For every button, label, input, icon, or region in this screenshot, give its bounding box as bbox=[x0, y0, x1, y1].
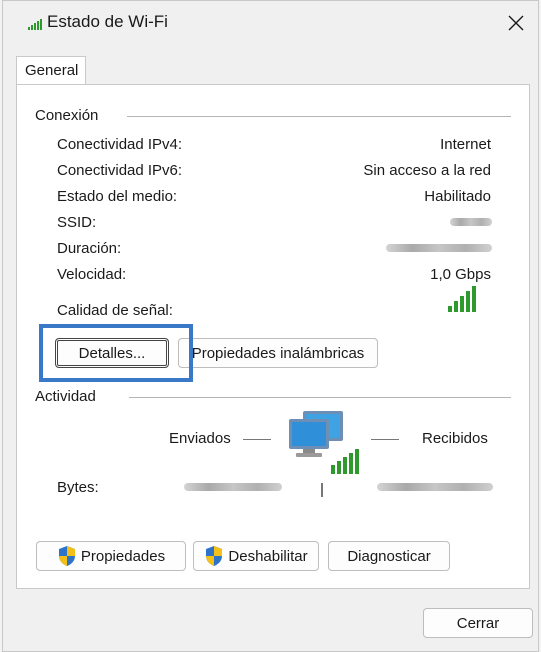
received-label: Recibidos bbox=[422, 430, 488, 447]
ipv4-label: Conectividad IPv4: bbox=[57, 136, 183, 153]
wifi-status-dialog: Estado de Wi-Fi General Conexión Conecti… bbox=[2, 0, 539, 652]
network-computers-icon bbox=[289, 411, 359, 474]
media-state-label: Estado del medio: bbox=[57, 188, 178, 205]
ipv6-label: Conectividad IPv6: bbox=[57, 162, 183, 179]
ipv4-value: Internet bbox=[440, 136, 491, 153]
speed-value: 1,0 Gbps bbox=[430, 266, 491, 283]
tab-general[interactable]: General bbox=[16, 56, 86, 85]
properties-button-label: Propiedades bbox=[80, 547, 166, 565]
bytes-sent-redacted bbox=[184, 483, 282, 491]
ipv6-value: Sin acceso a la red bbox=[363, 162, 491, 179]
sent-label: Enviados bbox=[169, 430, 231, 447]
wifi-signal-icon bbox=[28, 19, 42, 30]
received-line bbox=[371, 439, 399, 440]
signal-strength-icon bbox=[448, 286, 476, 312]
ssid-label: SSID: bbox=[57, 214, 97, 231]
duration-value-redacted bbox=[386, 244, 492, 252]
duration-label: Duración: bbox=[57, 240, 122, 257]
details-highlight-box bbox=[39, 324, 193, 382]
bytes-separator bbox=[321, 483, 323, 497]
uac-shield-icon bbox=[58, 546, 75, 566]
properties-button[interactable]: Propiedades bbox=[36, 541, 186, 571]
close-window-button[interactable] bbox=[498, 7, 534, 39]
uac-shield-icon bbox=[206, 546, 223, 566]
ssid-value-redacted bbox=[450, 218, 492, 226]
close-button[interactable]: Cerrar bbox=[423, 608, 533, 638]
connection-divider bbox=[127, 116, 511, 117]
sent-line bbox=[243, 439, 271, 440]
connection-section-title: Conexión bbox=[35, 107, 99, 124]
diagnose-button[interactable]: Diagnosticar bbox=[328, 541, 450, 571]
window-title: Estado de Wi-Fi bbox=[47, 12, 168, 31]
activity-divider bbox=[129, 397, 511, 398]
disable-button[interactable]: Deshabilitar bbox=[193, 541, 319, 571]
wireless-properties-button[interactable]: Propiedades inalámbricas bbox=[178, 338, 378, 368]
bytes-label: Bytes: bbox=[57, 479, 99, 496]
activity-section-title: Actividad bbox=[35, 388, 96, 405]
close-icon bbox=[508, 15, 524, 31]
disable-button-label: Deshabilitar bbox=[228, 547, 308, 565]
signal-quality-label: Calidad de señal: bbox=[57, 302, 173, 319]
bytes-received-redacted bbox=[377, 483, 493, 491]
media-state-value: Habilitado bbox=[424, 188, 491, 205]
title-bar: Estado de Wi-Fi bbox=[3, 1, 538, 47]
speed-label: Velocidad: bbox=[57, 266, 127, 283]
